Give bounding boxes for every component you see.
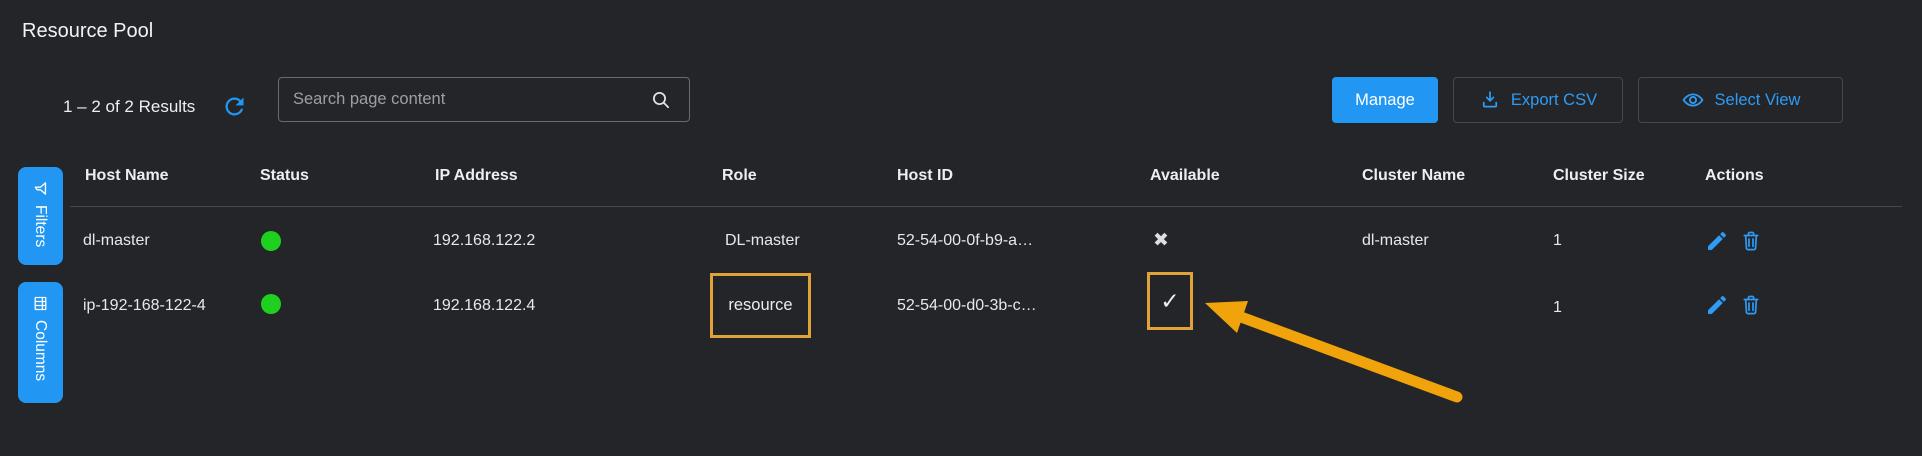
edit-button[interactable] bbox=[1704, 228, 1730, 254]
x-mark-icon: ✖ bbox=[1153, 229, 1169, 253]
page-title: Resource Pool bbox=[22, 19, 153, 43]
header-divider bbox=[70, 206, 1902, 207]
annotation-box-available: ✓ bbox=[1147, 272, 1193, 330]
column-header-cluster-size: Cluster Size bbox=[1553, 165, 1645, 187]
column-header-available: Available bbox=[1150, 165, 1220, 187]
column-header-status: Status bbox=[260, 165, 309, 187]
refresh-button[interactable] bbox=[221, 93, 248, 120]
delete-icon bbox=[1739, 293, 1763, 317]
edit-icon bbox=[1705, 229, 1729, 253]
delete-button[interactable] bbox=[1738, 292, 1764, 318]
delete-button[interactable] bbox=[1738, 228, 1764, 254]
cell-cluster-size: 1 bbox=[1553, 230, 1562, 252]
results-count: 1 – 2 of 2 Results bbox=[63, 96, 195, 117]
refresh-icon bbox=[221, 93, 248, 120]
column-header-cluster-name: Cluster Name bbox=[1362, 165, 1465, 187]
cell-cluster-name: dl-master bbox=[1362, 230, 1429, 252]
search-box bbox=[278, 77, 690, 122]
delete-icon bbox=[1739, 229, 1763, 253]
cell-role: resource bbox=[728, 296, 792, 315]
cell-role: DL-master bbox=[725, 230, 800, 252]
select-view-button[interactable]: Select View bbox=[1638, 77, 1843, 123]
cell-host-name: ip-192-168-122-4 bbox=[83, 295, 206, 317]
annotation-arrow bbox=[0, 0, 1922, 456]
cell-host-name: dl-master bbox=[83, 230, 150, 252]
column-header-host-name: Host Name bbox=[85, 165, 169, 187]
cell-cluster-size: 1 bbox=[1553, 297, 1562, 319]
cell-host-id: 52-54-00-0f-b9-a… bbox=[897, 230, 1033, 252]
download-icon bbox=[1479, 89, 1501, 111]
export-csv-label: Export CSV bbox=[1511, 91, 1597, 110]
status-dot-green bbox=[261, 294, 281, 314]
filters-tab[interactable]: Filters bbox=[18, 167, 63, 265]
column-header-ip-address: IP Address bbox=[435, 165, 518, 187]
check-mark-icon: ✓ bbox=[1160, 288, 1179, 315]
columns-tab-label: Columns bbox=[32, 320, 50, 381]
search-icon bbox=[649, 88, 673, 112]
manage-button[interactable]: Manage bbox=[1332, 77, 1438, 123]
search-input[interactable] bbox=[279, 78, 689, 121]
status-dot-green bbox=[261, 231, 281, 251]
cell-ip-address: 192.168.122.2 bbox=[433, 230, 535, 252]
columns-icon bbox=[32, 295, 49, 312]
annotation-box-role: resource bbox=[710, 273, 811, 338]
column-header-host-id: Host ID bbox=[897, 165, 953, 187]
column-header-actions: Actions bbox=[1705, 165, 1764, 187]
column-header-role: Role bbox=[722, 165, 757, 187]
resource-pool-page: Resource Pool 1 – 2 of 2 Results Manage … bbox=[0, 0, 1922, 456]
cell-ip-address: 192.168.122.4 bbox=[433, 295, 535, 317]
filter-icon bbox=[32, 180, 49, 197]
eye-icon bbox=[1681, 88, 1705, 112]
export-csv-button[interactable]: Export CSV bbox=[1453, 77, 1623, 123]
filters-tab-label: Filters bbox=[32, 205, 50, 247]
edit-button[interactable] bbox=[1704, 292, 1730, 318]
edit-icon bbox=[1705, 293, 1729, 317]
cell-host-id: 52-54-00-d0-3b-c… bbox=[897, 295, 1037, 317]
columns-tab[interactable]: Columns bbox=[18, 282, 63, 403]
select-view-label: Select View bbox=[1715, 91, 1801, 110]
